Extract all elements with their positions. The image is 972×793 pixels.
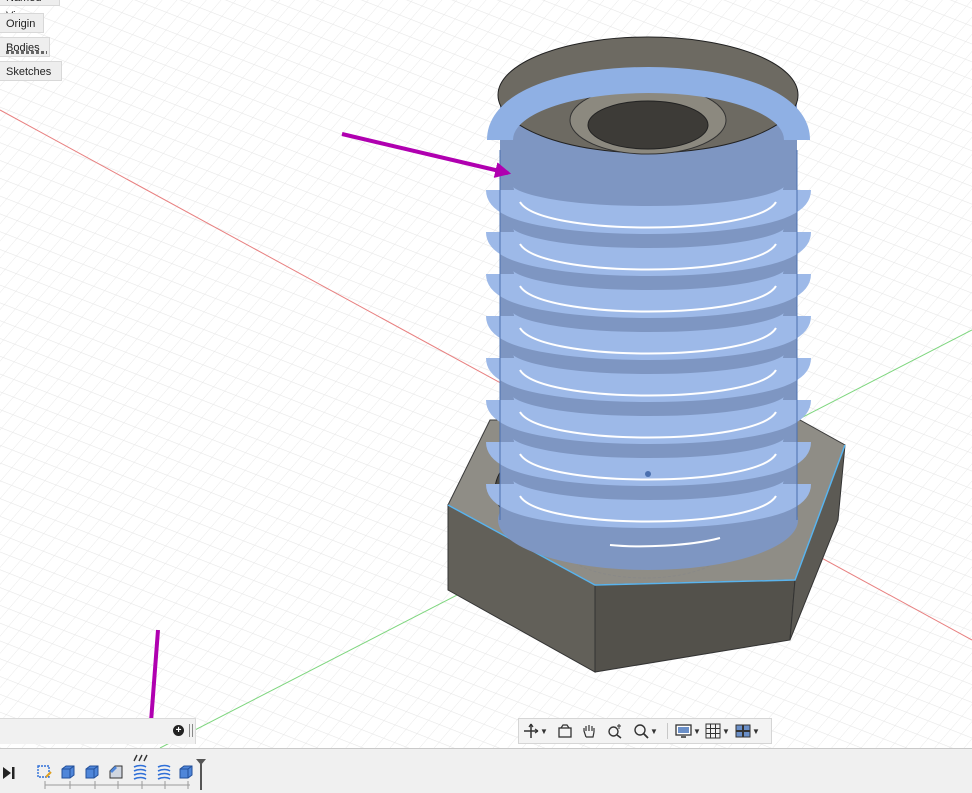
browser-node-named-views[interactable]: Named Views — [0, 0, 60, 22]
browser-node-sketches[interactable]: Sketches — [0, 61, 62, 81]
zoom-button[interactable] — [607, 721, 623, 741]
look-at-button[interactable] — [557, 721, 573, 741]
add-comment-icon[interactable]: + — [173, 725, 184, 736]
fit-button[interactable]: ▼ — [633, 721, 658, 741]
coil-feature-icon[interactable] — [156, 764, 172, 780]
browser-node-label: Sketches — [6, 66, 52, 78]
panel-grip-icon[interactable] — [189, 724, 193, 737]
model-scene[interactable] — [0, 0, 972, 748]
ground-grid — [0, 0, 972, 748]
timeline-track — [44, 781, 190, 789]
pan-button[interactable] — [581, 721, 597, 741]
timeline-bar — [0, 748, 972, 793]
extrude-feature-icon[interactable] — [84, 764, 100, 780]
fit-icon — [634, 724, 649, 739]
navigation-toolbar: ▼ ▼ ▼ ▼ ▼ — [518, 718, 772, 744]
browser-node-label: Origin — [6, 18, 36, 30]
browser-node-origin[interactable]: Origin — [0, 13, 44, 33]
toolbar-separator — [667, 723, 668, 739]
orbit-button[interactable]: ▼ — [523, 721, 548, 741]
sketch-feature-icon[interactable] — [36, 764, 52, 780]
comments-panel[interactable] — [0, 718, 196, 744]
display-settings-icon — [675, 724, 692, 738]
coil-feature-icon[interactable] — [132, 764, 148, 780]
display-settings-button[interactable]: ▼ — [675, 721, 701, 741]
chamfer-feature-icon[interactable] — [108, 764, 124, 780]
grid-settings-icon — [705, 723, 721, 739]
play-next-icon[interactable] — [2, 766, 16, 780]
viewports-icon — [735, 724, 751, 738]
visibility-hatch-icon — [6, 51, 47, 54]
extrude-feature-icon[interactable] — [178, 764, 194, 780]
browser-node-bodies[interactable]: Bodies — [0, 37, 50, 57]
look-at-icon — [558, 724, 572, 738]
extrude-feature-icon[interactable] — [60, 764, 76, 780]
zoom-icon — [608, 724, 622, 739]
orbit-icon — [524, 723, 539, 738]
viewports-button[interactable]: ▼ — [735, 721, 760, 741]
timeline-marker-icon[interactable] — [195, 758, 207, 790]
canvas-viewport[interactable]: Named Views Origin Bodies Sketches — [0, 0, 972, 748]
grid-settings-button[interactable]: ▼ — [705, 721, 730, 741]
multi-select-icon — [133, 754, 148, 762]
pan-icon — [583, 725, 595, 738]
